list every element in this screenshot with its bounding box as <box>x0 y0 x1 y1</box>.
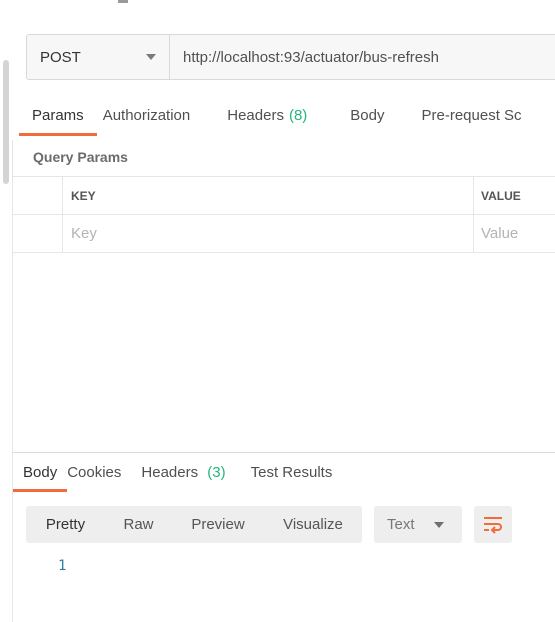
wrap-lines-icon <box>484 516 502 534</box>
column-header-value: VALUE <box>481 188 521 203</box>
view-pretty[interactable]: Pretty <box>26 506 105 543</box>
method-label: POST <box>40 48 81 66</box>
tab-pre-request-script[interactable]: Pre-request Sc <box>422 96 522 136</box>
line-number: 1 <box>58 558 67 574</box>
tab-authorization[interactable]: Authorization <box>103 96 191 136</box>
view-raw[interactable]: Raw <box>105 506 172 543</box>
format-label: Text <box>387 516 415 533</box>
request-tabs: Params Authorization Headers (8) Body Pr… <box>13 96 555 136</box>
tab-label: Pre-request Sc <box>421 107 522 124</box>
view-preview[interactable]: Preview <box>172 506 264 543</box>
chevron-down-icon <box>434 522 444 528</box>
response-view-toggle: Pretty Raw Preview Visualize <box>26 506 362 543</box>
row-checkbox-cell <box>13 215 63 252</box>
tab-label: Headers <box>227 107 284 124</box>
tab-label: Body <box>350 107 385 124</box>
request-bar: POST http://localhost:93/actuator/bus-re… <box>26 34 555 80</box>
tab-headers[interactable]: Headers (8) <box>227 96 307 136</box>
value-input[interactable]: Value <box>474 215 555 252</box>
tab-cookies[interactable]: Cookies <box>67 453 121 492</box>
tab-label: Authorization <box>102 107 191 124</box>
section-title: Query Params <box>33 149 128 165</box>
response-tabs: Body Cookies Headers (3) Test Results <box>13 453 332 492</box>
wrap-lines-button[interactable] <box>474 506 512 543</box>
left-scrollbar-thumb[interactable] <box>3 60 9 184</box>
format-select[interactable]: Text <box>374 506 462 543</box>
table-header-row: KEY VALUE <box>13 177 555 215</box>
params-table: KEY VALUE Key Value <box>13 176 555 253</box>
table-row: Key Value <box>13 215 555 253</box>
tab-label: Headers <box>141 464 199 481</box>
chevron-down-icon <box>146 54 156 60</box>
top-text-fragment <box>118 0 128 3</box>
tab-response-body[interactable]: Body <box>13 453 68 492</box>
checkbox-column-header <box>13 177 63 214</box>
view-visualize[interactable]: Visualize <box>264 506 362 543</box>
tab-response-headers[interactable]: Headers (3) <box>141 453 225 492</box>
tab-label: Cookies <box>67 464 122 481</box>
method-select[interactable]: POST <box>27 35 170 79</box>
key-input[interactable]: Key <box>63 215 474 252</box>
tab-body[interactable]: Body <box>350 96 384 136</box>
url-input[interactable]: http://localhost:93/actuator/bus-refresh <box>170 35 555 79</box>
tab-label: Params <box>32 107 84 124</box>
column-header-key: KEY <box>63 177 474 214</box>
tab-test-results[interactable]: Test Results <box>251 453 333 492</box>
tab-count-badge: (3) <box>207 464 226 481</box>
tab-label: Test Results <box>250 464 333 481</box>
tab-label: Body <box>23 464 58 481</box>
tab-count-badge: (8) <box>288 107 308 124</box>
url-text: http://localhost:93/actuator/bus-refresh <box>183 48 439 66</box>
top-strip <box>0 0 555 8</box>
tab-params[interactable]: Params <box>19 96 97 136</box>
